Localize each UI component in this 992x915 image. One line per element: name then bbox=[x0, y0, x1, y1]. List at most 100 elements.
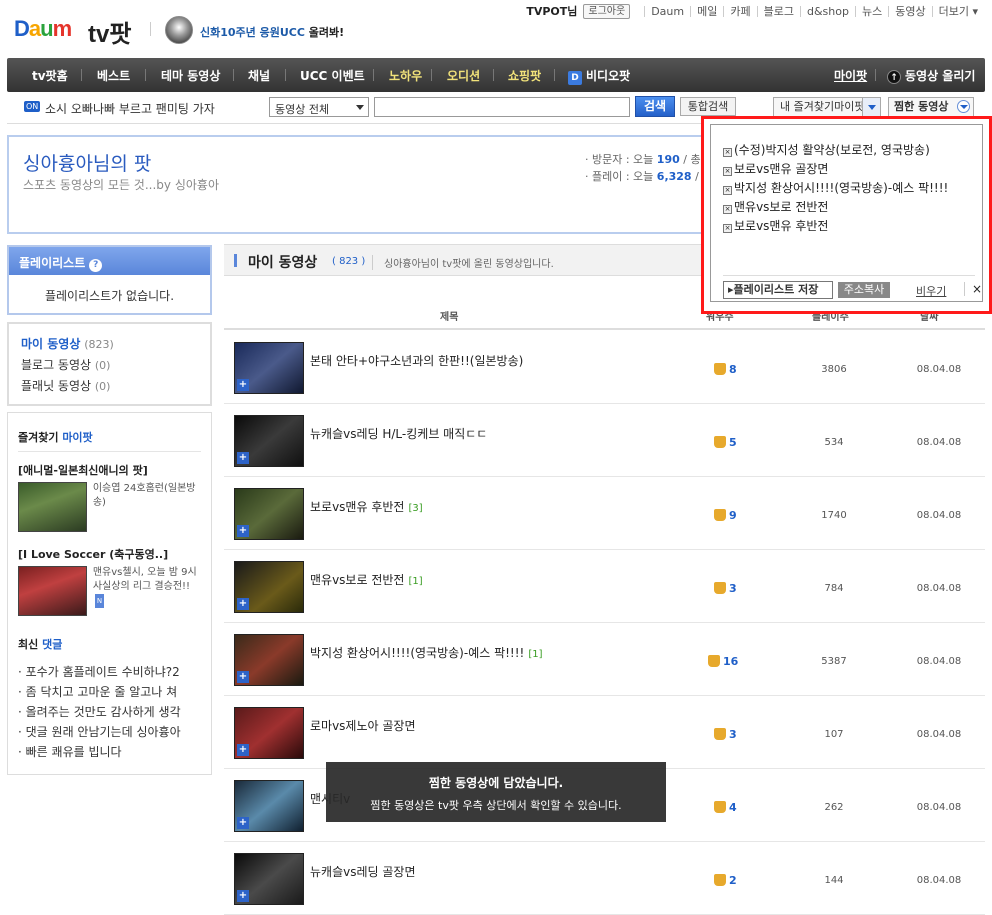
favorite-title[interactable]: [애니멀-일본최신애니의 팟] bbox=[18, 462, 201, 478]
clear-button[interactable]: 비우기 bbox=[916, 283, 946, 299]
plus-icon[interactable]: + bbox=[237, 817, 249, 829]
gnb-link-cafe[interactable]: 카페 bbox=[723, 5, 756, 17]
daum-logo[interactable]: Daum bbox=[14, 16, 72, 42]
video-title[interactable]: 박지성 환상어시!!!!(영국방송)-예스 팍!!!! [1] bbox=[310, 644, 543, 661]
nav-tvpot-home[interactable]: tv팟홈 bbox=[32, 67, 68, 84]
nav-ucc-event[interactable]: UCC 이벤트 bbox=[300, 67, 365, 84]
table-row[interactable]: + 박지성 환상어시!!!!(영국방송)-예스 팍!!!! [1] 16 5387… bbox=[224, 624, 985, 696]
plus-icon[interactable]: + bbox=[237, 598, 249, 610]
plus-icon[interactable]: + bbox=[237, 671, 249, 683]
shinhwa-emblem-icon[interactable] bbox=[165, 16, 193, 44]
pot-title[interactable]: 싱아흉아님의 팟 bbox=[23, 149, 151, 176]
favorite-thumbnail[interactable] bbox=[18, 482, 87, 532]
saved-video-item[interactable]: × 맨유vs보로 전반전 bbox=[723, 198, 948, 217]
table-row[interactable]: + 보로vs맨유 후반전 [3] 9 1740 08.04.08 bbox=[224, 478, 985, 550]
video-title[interactable]: 뉴캐슬vs레딩 H/L-킹케브 매직ㄷㄷ bbox=[310, 425, 491, 442]
video-thumbnail[interactable]: + bbox=[234, 853, 304, 905]
saved-video-item[interactable]: × 보로vs맨유 후반전 bbox=[723, 217, 948, 236]
table-row[interactable]: + 본태 안타+야구소년과의 한판!!(일본방송) 8 3806 08.04.0… bbox=[224, 332, 985, 404]
copy-address-button[interactable]: 주소복사 bbox=[838, 282, 890, 298]
video-title[interactable]: 맨유vs보로 전반전 [1] bbox=[310, 571, 423, 588]
saved-video-item[interactable]: × 보로vs맨유 골장면 bbox=[723, 160, 948, 179]
favorite-title[interactable]: [I Love Soccer (축구동영..] bbox=[18, 546, 201, 562]
video-title[interactable]: 뉴캐슬vs레딩 골장면 bbox=[310, 863, 420, 880]
gnb-link-blog[interactable]: 블로그 bbox=[756, 5, 800, 17]
video-thumbnail[interactable]: + bbox=[234, 488, 304, 540]
plus-icon[interactable]: + bbox=[237, 379, 249, 391]
search-input[interactable] bbox=[374, 97, 630, 117]
plus-icon[interactable]: + bbox=[237, 890, 249, 902]
plus-icon[interactable]: + bbox=[237, 744, 249, 756]
remove-icon[interactable]: × bbox=[723, 224, 732, 233]
saved-videos-dropdown[interactable]: 찜한 동영상 bbox=[888, 97, 974, 117]
global-nav: TVPOT님 로그아웃 Daum 메일 카페 블로그 d&shop 뉴스 동영상… bbox=[526, 3, 984, 19]
video-thumbnail[interactable]: + bbox=[234, 342, 304, 394]
close-icon[interactable]: × bbox=[964, 282, 982, 296]
remove-icon[interactable]: × bbox=[723, 205, 732, 214]
saved-video-item[interactable]: × 박지성 환상어시!!!!(영국방송)-예스 팍!!!! bbox=[723, 179, 948, 198]
table-row[interactable]: + 맨유vs보로 전반전 [1] 3 784 08.04.08 bbox=[224, 551, 985, 623]
search-button[interactable]: 검색 bbox=[635, 96, 675, 117]
my-videos-link[interactable]: 마이 동영상 (823) bbox=[21, 334, 198, 355]
video-title[interactable]: 본태 안타+야구소년과의 한판!!(일본방송) bbox=[310, 352, 527, 369]
favorite-desc[interactable]: 맨유vs첼시, 오늘 밤 9시 사실상의 리그 결승전!!N bbox=[93, 566, 201, 616]
table-row[interactable]: + 뉴캐슬vs레딩 H/L-킹케브 매직ㄷㄷ 5 534 08.04.08 bbox=[224, 405, 985, 477]
video-thumbnail[interactable]: + bbox=[234, 780, 304, 832]
category-select[interactable]: 동영상 전체 bbox=[269, 97, 369, 117]
nav-best[interactable]: 베스트 bbox=[97, 67, 130, 84]
gnb-link-video[interactable]: 동영상 bbox=[888, 5, 931, 17]
gnb-link-mail[interactable]: 메일 bbox=[690, 5, 723, 17]
table-row[interactable]: + 뉴캐슬vs레딩 골장면 2 144 08.04.08 bbox=[224, 843, 985, 915]
table-row[interactable]: + 로마vs제노아 골장면 3 107 08.04.08 bbox=[224, 697, 985, 769]
gnb-link-news[interactable]: 뉴스 bbox=[854, 5, 888, 17]
favorite-thumbnail[interactable] bbox=[18, 566, 87, 616]
comment-item[interactable]: 댓글 원래 안남기는데 싱아흉아 bbox=[18, 722, 201, 742]
nav-knowhow[interactable]: 노하우 bbox=[389, 67, 422, 84]
nav-shopping[interactable]: 쇼핑팟 bbox=[508, 67, 541, 84]
gnb-link-daum[interactable]: Daum bbox=[644, 5, 690, 17]
help-icon[interactable]: ? bbox=[89, 259, 103, 272]
chevron-down-icon[interactable] bbox=[862, 98, 880, 116]
nav-theme[interactable]: 테마 동영상 bbox=[161, 67, 220, 84]
remove-icon[interactable]: × bbox=[723, 167, 732, 176]
nav-mypot[interactable]: 마이팟 bbox=[834, 67, 867, 84]
logout-button[interactable]: 로그아웃 bbox=[583, 3, 631, 19]
nav-upload[interactable]: ↑ 동영상 올리기 bbox=[887, 67, 975, 84]
video-likes: 3 bbox=[714, 728, 737, 741]
comment-item[interactable]: 빠른 쾌유를 빕니다 bbox=[18, 742, 201, 762]
video-title[interactable]: 보로vs맨유 후반전 [3] bbox=[310, 498, 423, 515]
video-thumbnail[interactable]: + bbox=[234, 634, 304, 686]
video-thumbnail[interactable]: + bbox=[234, 415, 304, 467]
plus-icon[interactable]: + bbox=[237, 452, 249, 464]
nav-audition[interactable]: 오디션 bbox=[447, 67, 480, 84]
favorite-item[interactable]: [I Love Soccer (축구동영..] 맨유vs첼시, 오늘 밤 9시 … bbox=[18, 546, 201, 616]
notice-link[interactable]: 소시 오빠나빠 부르고 팬미팅 가자 bbox=[45, 100, 215, 117]
saved-video-item[interactable]: × (수정)박지성 활약상(보로전, 영국방송) bbox=[723, 141, 948, 160]
comment-item[interactable]: 올려주는 것만도 감사하게 생각 bbox=[18, 702, 201, 722]
favorite-desc[interactable]: 이승엽 24호홈런(일본방송) bbox=[93, 482, 201, 532]
favorite-item[interactable]: [애니멀-일본최신애니의 팟] 이승엽 24호홈런(일본방송) bbox=[18, 462, 201, 532]
video-title[interactable]: 로마vs제노아 골장면 bbox=[310, 717, 420, 734]
gnb-link-dshop[interactable]: d&shop bbox=[799, 5, 855, 17]
tvpot-logo[interactable]: tv팟 bbox=[88, 14, 131, 49]
video-thumbnail[interactable]: + bbox=[234, 707, 304, 759]
gnb-link-more[interactable]: 더보기 ▾ bbox=[931, 5, 984, 17]
playlist-panel: 플레이리스트? 플레이리스트가 없습니다. bbox=[7, 245, 212, 315]
comment-item[interactable]: 포수가 홈플레이트 수비하냐?2 bbox=[18, 662, 201, 682]
total-search-button[interactable]: 통합검색 bbox=[680, 97, 736, 116]
video-date: 08.04.08 bbox=[916, 729, 962, 740]
plus-icon[interactable]: + bbox=[237, 525, 249, 537]
planet-videos-link[interactable]: 플래닛 동영상 (0) bbox=[21, 376, 198, 397]
nav-videopot[interactable]: D 비디오팟 bbox=[568, 67, 630, 85]
remove-icon[interactable]: × bbox=[723, 186, 732, 195]
thumbs-up-icon bbox=[714, 436, 726, 448]
save-playlist-button[interactable]: ▸플레이리스트 저장 bbox=[723, 281, 833, 299]
video-thumbnail[interactable]: + bbox=[234, 561, 304, 613]
nav-channel[interactable]: 채널 bbox=[248, 67, 270, 84]
remove-icon[interactable]: × bbox=[723, 148, 732, 157]
comment-item[interactable]: 좀 닥치고 고마운 줄 알고나 쳐 bbox=[18, 682, 201, 702]
promo-link[interactable]: 신화10주년 응원UCC 올려봐! bbox=[200, 24, 344, 40]
chevron-down-icon[interactable] bbox=[957, 100, 970, 113]
blog-videos-link[interactable]: 블로그 동영상 (0) bbox=[21, 355, 198, 376]
favorites-dropdown[interactable]: 내 즐겨찾기마이팟 bbox=[773, 97, 881, 117]
